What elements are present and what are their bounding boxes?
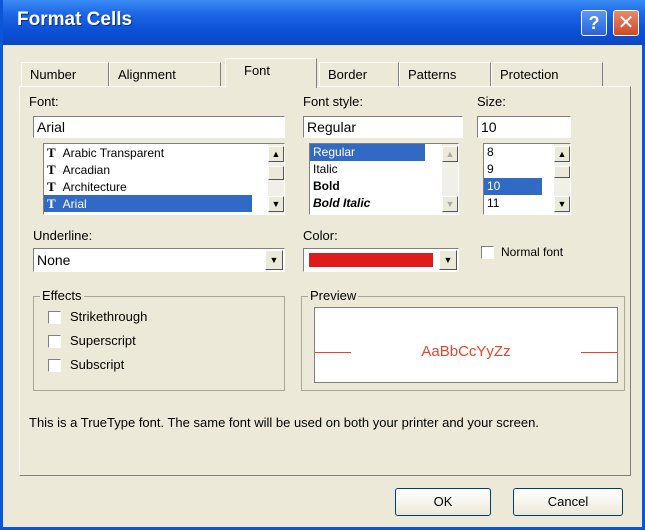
- tab-patterns[interactable]: Patterns: [399, 62, 491, 86]
- scroll-down-icon[interactable]: ▼: [554, 196, 570, 212]
- scroll-thumb[interactable]: [554, 166, 570, 178]
- strikethrough-label: Strikethrough: [70, 309, 148, 324]
- size-input[interactable]: 10: [477, 116, 571, 138]
- scroll-up-icon[interactable]: ▲: [554, 146, 570, 162]
- list-item[interactable]: Bold: [310, 178, 458, 195]
- font-style-scrollbar[interactable]: ▲ ▼: [442, 144, 458, 214]
- list-item[interactable]: Bold Italic: [310, 195, 458, 212]
- scroll-down-icon[interactable]: ▼: [442, 196, 458, 212]
- chevron-down-icon[interactable]: ▼: [439, 250, 457, 270]
- size-list[interactable]: 8 9 10 11 ▲ ▼: [483, 143, 571, 215]
- preview-box: AaBbCcYyZz: [314, 307, 618, 383]
- ok-button[interactable]: OK: [395, 488, 491, 516]
- color-select[interactable]: ▼: [303, 248, 459, 272]
- underline-select[interactable]: None ▼: [33, 248, 285, 272]
- truetype-icon: T: [47, 196, 56, 211]
- font-input[interactable]: Arial: [33, 116, 285, 138]
- effects-title: Effects: [40, 288, 84, 303]
- normal-font-label: Normal font: [501, 245, 564, 259]
- tab-border[interactable]: Border: [319, 62, 399, 86]
- font-list-scrollbar[interactable]: ▲ ▼: [268, 144, 284, 214]
- font-label: Font:: [29, 94, 59, 109]
- tab-strip: Number Alignment Font Border Patterns Pr…: [21, 58, 631, 88]
- effects-group: Effects Strikethrough Superscript Subscr…: [33, 288, 285, 391]
- font-style-list[interactable]: Regular Italic Bold Bold Italic ▲ ▼: [309, 143, 459, 215]
- scroll-up-icon[interactable]: ▲: [442, 146, 458, 162]
- size-label: Size:: [477, 94, 506, 109]
- scroll-thumb[interactable]: [268, 166, 284, 180]
- close-button[interactable]: ✕: [613, 10, 639, 36]
- tab-alignment[interactable]: Alignment: [109, 62, 221, 86]
- list-item-selected[interactable]: T Arial: [44, 195, 252, 212]
- list-item[interactable]: Italic: [310, 161, 458, 178]
- baseline-right: [581, 352, 617, 353]
- color-label: Color:: [303, 228, 338, 243]
- preview-title: Preview: [308, 288, 359, 303]
- scroll-down-icon[interactable]: ▼: [268, 196, 284, 212]
- format-cells-window: Format Cells ? ✕ Number Alignment Font B…: [0, 0, 645, 530]
- font-style-input[interactable]: Regular: [303, 116, 463, 138]
- truetype-icon: T: [47, 145, 56, 160]
- list-item-selected[interactable]: 10: [484, 178, 542, 195]
- cancel-button[interactable]: Cancel: [513, 488, 623, 516]
- tab-number[interactable]: Number: [21, 62, 109, 86]
- font-list[interactable]: T Arabic Transparent T Arcadian T Archit…: [43, 143, 285, 215]
- tab-font[interactable]: Font: [225, 58, 317, 88]
- truetype-icon: T: [47, 179, 56, 194]
- list-item[interactable]: T Arcadian: [44, 161, 284, 178]
- preview-group: Preview AaBbCcYyZz: [301, 288, 625, 391]
- list-item[interactable]: T Architecture: [44, 178, 284, 195]
- list-item-selected[interactable]: Regular: [310, 144, 425, 161]
- truetype-info-text: This is a TrueType font. The same font w…: [29, 415, 539, 430]
- font-style-label: Font style:: [303, 94, 363, 109]
- underline-value: None: [37, 252, 71, 268]
- color-swatch: [309, 253, 433, 267]
- tab-protection[interactable]: Protection: [491, 62, 603, 86]
- scroll-up-icon[interactable]: ▲: [268, 146, 284, 162]
- truetype-icon: T: [47, 162, 56, 177]
- help-button[interactable]: ?: [581, 10, 607, 36]
- list-item[interactable]: T Arabic Transparent: [44, 144, 284, 161]
- preview-sample-text: AaBbCcYyZz: [421, 343, 511, 360]
- strikethrough-checkbox[interactable]: [48, 311, 61, 324]
- superscript-checkbox[interactable]: [48, 335, 61, 348]
- subscript-label: Subscript: [70, 357, 125, 372]
- size-list-scrollbar[interactable]: ▲ ▼: [554, 144, 570, 214]
- title-bar[interactable]: Format Cells ? ✕: [3, 0, 645, 45]
- subscript-checkbox[interactable]: [48, 359, 61, 372]
- superscript-label: Superscript: [70, 333, 136, 348]
- window-title: Format Cells: [17, 9, 133, 30]
- normal-font-checkbox[interactable]: [481, 246, 494, 259]
- chevron-down-icon[interactable]: ▼: [265, 250, 283, 270]
- underline-label: Underline:: [33, 228, 93, 243]
